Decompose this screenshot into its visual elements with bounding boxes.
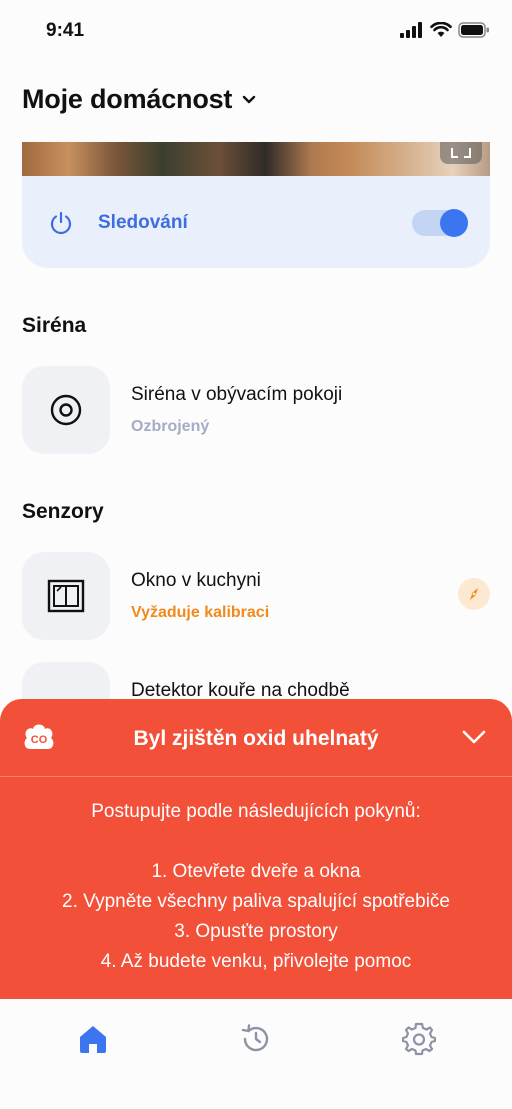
window-icon <box>47 579 85 613</box>
chevron-down-icon[interactable] <box>462 729 486 745</box>
device-name: Siréna v obývacím pokoji <box>131 384 343 405</box>
page-title: Moje domácnost <box>22 84 233 114</box>
chevron-down-icon <box>243 95 256 103</box>
expand-icon <box>451 148 471 158</box>
alert-step: 1. Otevřete dveře a okna <box>151 861 361 882</box>
tab-settings[interactable] <box>399 1019 439 1059</box>
device-row-siren[interactable]: Siréna v obývacím pokoji Ozbrojený <box>22 366 490 454</box>
battery-icon <box>458 22 489 38</box>
alert-intro: Postupujte podle následujících pokynů: <box>91 801 421 822</box>
section-title-siren: Siréna <box>22 314 87 337</box>
calibration-badge[interactable] <box>458 578 490 610</box>
monitoring-label: Sledování <box>98 212 188 233</box>
alert-title: Byl zjištěn oxid uhelnatý <box>133 727 379 750</box>
tab-bar <box>0 999 512 1109</box>
status-time: 9:41 <box>46 20 85 41</box>
home-selector[interactable]: Moje domácnost <box>22 84 256 115</box>
camera-preview[interactable] <box>22 142 490 176</box>
status-icons <box>400 22 490 38</box>
siren-icon <box>50 394 82 426</box>
co-alert-panel: CO Byl zjištěn oxid uhelnatý Postupujte … <box>0 699 512 999</box>
monitoring-card: Sledování <box>22 176 490 268</box>
device-status: Ozbrojený <box>131 418 210 435</box>
device-row-kitchen-window[interactable]: Okno v kuchyni Vyžaduje kalibraci <box>22 552 490 640</box>
alert-step: 4. Až budete venku, přivolejte pomoc <box>100 951 412 972</box>
alert-header[interactable]: CO Byl zjištěn oxid uhelnatý <box>0 699 512 777</box>
alert-step: 2. Vypněte všechny paliva spalující spot… <box>62 891 450 912</box>
power-icon <box>50 211 72 235</box>
monitoring-toggle[interactable] <box>412 209 468 237</box>
history-icon <box>241 1024 269 1052</box>
compass-icon <box>470 588 478 600</box>
tab-history[interactable] <box>236 1019 276 1059</box>
section-title-sensors: Senzory <box>22 500 104 523</box>
home-icon <box>80 1026 106 1053</box>
tab-home[interactable] <box>73 1019 113 1059</box>
signal-icon <box>400 22 422 38</box>
alert-instructions: Postupujte podle následujících pokynů: 1… <box>0 797 512 977</box>
status-bar: 9:41 <box>0 0 512 62</box>
alert-step: 3. Opusťte prostory <box>174 921 338 942</box>
toggle-knob <box>440 209 468 237</box>
device-tile <box>22 552 110 640</box>
device-tile <box>22 366 110 454</box>
device-name: Okno v kuchyni <box>131 570 261 591</box>
device-status: Vyžaduje kalibraci <box>131 604 270 621</box>
gear-icon <box>402 1022 436 1056</box>
wifi-icon <box>430 22 452 37</box>
fullscreen-button[interactable] <box>440 142 482 164</box>
